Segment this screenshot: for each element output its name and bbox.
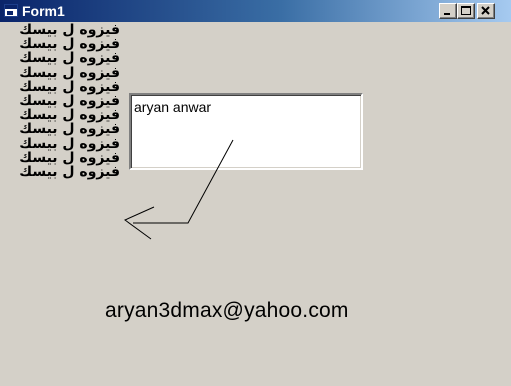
form-window: Form1 فيزوه ل بيسك فيزوه ل بيسك فيزوه ل … xyxy=(0,0,511,386)
arrow-drawing xyxy=(124,139,234,240)
email-label: aryan3dmax@yahoo.com xyxy=(105,299,349,322)
